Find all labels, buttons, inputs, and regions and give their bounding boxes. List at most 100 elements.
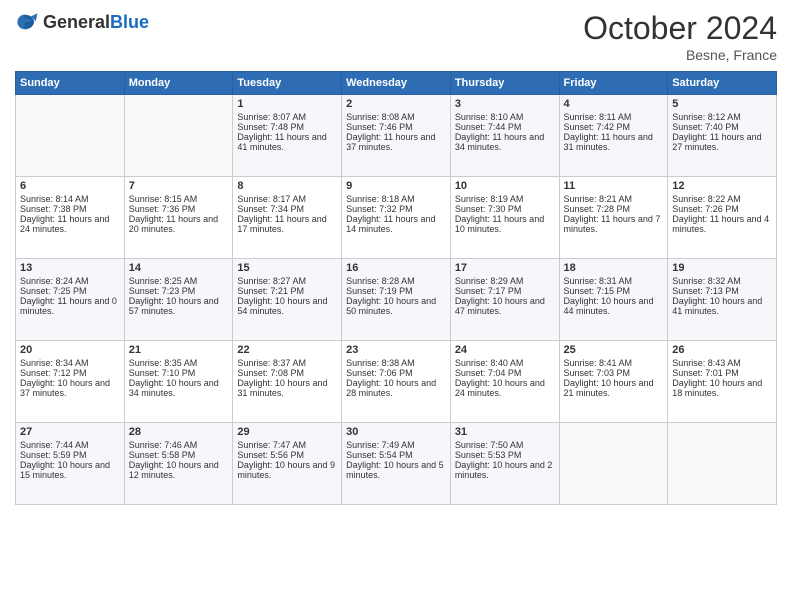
daylight-text: Daylight: 10 hours and 21 minutes. xyxy=(564,378,664,398)
sunset-text: Sunset: 7:08 PM xyxy=(237,368,337,378)
weekday-header: Friday xyxy=(559,72,668,95)
day-number: 5 xyxy=(672,98,772,110)
day-number: 18 xyxy=(564,262,664,274)
sunrise-text: Sunrise: 7:44 AM xyxy=(20,440,120,450)
sunrise-text: Sunrise: 8:32 AM xyxy=(672,276,772,286)
daylight-text: Daylight: 10 hours and 15 minutes. xyxy=(20,460,120,480)
weekday-header: Tuesday xyxy=(233,72,342,95)
daylight-text: Daylight: 10 hours and 50 minutes. xyxy=(346,296,446,316)
calendar-week-row: 13Sunrise: 8:24 AMSunset: 7:25 PMDayligh… xyxy=(16,259,777,341)
daylight-text: Daylight: 11 hours and 7 minutes. xyxy=(564,214,664,234)
calendar-week-row: 20Sunrise: 8:34 AMSunset: 7:12 PMDayligh… xyxy=(16,341,777,423)
sunrise-text: Sunrise: 8:19 AM xyxy=(455,194,555,204)
day-number: 10 xyxy=(455,180,555,192)
sunrise-text: Sunrise: 8:40 AM xyxy=(455,358,555,368)
daylight-text: Daylight: 10 hours and 18 minutes. xyxy=(672,378,772,398)
sunrise-text: Sunrise: 8:34 AM xyxy=(20,358,120,368)
weekday-header: Thursday xyxy=(450,72,559,95)
daylight-text: Daylight: 11 hours and 41 minutes. xyxy=(237,132,337,152)
calendar-cell: 19Sunrise: 8:32 AMSunset: 7:13 PMDayligh… xyxy=(668,259,777,341)
sunset-text: Sunset: 7:38 PM xyxy=(20,204,120,214)
daylight-text: Daylight: 11 hours and 27 minutes. xyxy=(672,132,772,152)
weekday-header: Saturday xyxy=(668,72,777,95)
sunset-text: Sunset: 7:26 PM xyxy=(672,204,772,214)
daylight-text: Daylight: 10 hours and 41 minutes. xyxy=(672,296,772,316)
calendar-cell: 15Sunrise: 8:27 AMSunset: 7:21 PMDayligh… xyxy=(233,259,342,341)
daylight-text: Daylight: 10 hours and 47 minutes. xyxy=(455,296,555,316)
day-number: 22 xyxy=(237,344,337,356)
daylight-text: Daylight: 10 hours and 28 minutes. xyxy=(346,378,446,398)
daylight-text: Daylight: 10 hours and 44 minutes. xyxy=(564,296,664,316)
sunset-text: Sunset: 7:15 PM xyxy=(564,286,664,296)
day-number: 17 xyxy=(455,262,555,274)
sunset-text: Sunset: 7:25 PM xyxy=(20,286,120,296)
sunset-text: Sunset: 7:44 PM xyxy=(455,122,555,132)
sunrise-text: Sunrise: 7:46 AM xyxy=(129,440,229,450)
sunset-text: Sunset: 7:32 PM xyxy=(346,204,446,214)
day-number: 3 xyxy=(455,98,555,110)
day-number: 27 xyxy=(20,426,120,438)
calendar-cell: 5Sunrise: 8:12 AMSunset: 7:40 PMDaylight… xyxy=(668,95,777,177)
sunrise-text: Sunrise: 8:08 AM xyxy=(346,112,446,122)
daylight-text: Daylight: 10 hours and 24 minutes. xyxy=(455,378,555,398)
sunrise-text: Sunrise: 8:41 AM xyxy=(564,358,664,368)
day-number: 11 xyxy=(564,180,664,192)
sunset-text: Sunset: 7:46 PM xyxy=(346,122,446,132)
calendar-cell: 27Sunrise: 7:44 AMSunset: 5:59 PMDayligh… xyxy=(16,423,125,505)
page: GeneralBlue October 2024 Besne, France S… xyxy=(0,0,792,612)
calendar-cell: 13Sunrise: 8:24 AMSunset: 7:25 PMDayligh… xyxy=(16,259,125,341)
daylight-text: Daylight: 10 hours and 12 minutes. xyxy=(129,460,229,480)
sunset-text: Sunset: 7:48 PM xyxy=(237,122,337,132)
calendar-cell: 21Sunrise: 8:35 AMSunset: 7:10 PMDayligh… xyxy=(124,341,233,423)
daylight-text: Daylight: 11 hours and 17 minutes. xyxy=(237,214,337,234)
logo-icon xyxy=(15,10,39,34)
calendar-cell xyxy=(668,423,777,505)
weekday-header: Monday xyxy=(124,72,233,95)
daylight-text: Daylight: 10 hours and 54 minutes. xyxy=(237,296,337,316)
month-title: October 2024 xyxy=(583,10,777,47)
sunrise-text: Sunrise: 8:35 AM xyxy=(129,358,229,368)
title-block: October 2024 Besne, France xyxy=(583,10,777,63)
calendar-cell: 3Sunrise: 8:10 AMSunset: 7:44 PMDaylight… xyxy=(450,95,559,177)
daylight-text: Daylight: 11 hours and 24 minutes. xyxy=(20,214,120,234)
logo-text: GeneralBlue xyxy=(43,12,149,33)
day-number: 30 xyxy=(346,426,446,438)
sunrise-text: Sunrise: 8:21 AM xyxy=(564,194,664,204)
calendar-week-row: 1Sunrise: 8:07 AMSunset: 7:48 PMDaylight… xyxy=(16,95,777,177)
calendar-cell: 12Sunrise: 8:22 AMSunset: 7:26 PMDayligh… xyxy=(668,177,777,259)
sunset-text: Sunset: 7:36 PM xyxy=(129,204,229,214)
sunrise-text: Sunrise: 8:14 AM xyxy=(20,194,120,204)
daylight-text: Daylight: 10 hours and 34 minutes. xyxy=(129,378,229,398)
calendar-cell: 29Sunrise: 7:47 AMSunset: 5:56 PMDayligh… xyxy=(233,423,342,505)
sunrise-text: Sunrise: 8:10 AM xyxy=(455,112,555,122)
sunrise-text: Sunrise: 8:17 AM xyxy=(237,194,337,204)
calendar-cell: 22Sunrise: 8:37 AMSunset: 7:08 PMDayligh… xyxy=(233,341,342,423)
day-number: 20 xyxy=(20,344,120,356)
daylight-text: Daylight: 11 hours and 14 minutes. xyxy=(346,214,446,234)
sunrise-text: Sunrise: 8:12 AM xyxy=(672,112,772,122)
day-number: 28 xyxy=(129,426,229,438)
day-number: 16 xyxy=(346,262,446,274)
day-number: 12 xyxy=(672,180,772,192)
calendar-cell: 31Sunrise: 7:50 AMSunset: 5:53 PMDayligh… xyxy=(450,423,559,505)
sunrise-text: Sunrise: 7:47 AM xyxy=(237,440,337,450)
daylight-text: Daylight: 11 hours and 0 minutes. xyxy=(20,296,120,316)
daylight-text: Daylight: 10 hours and 57 minutes. xyxy=(129,296,229,316)
daylight-text: Daylight: 11 hours and 10 minutes. xyxy=(455,214,555,234)
daylight-text: Daylight: 10 hours and 2 minutes. xyxy=(455,460,555,480)
calendar-week-row: 6Sunrise: 8:14 AMSunset: 7:38 PMDaylight… xyxy=(16,177,777,259)
weekday-header: Sunday xyxy=(16,72,125,95)
calendar-cell: 7Sunrise: 8:15 AMSunset: 7:36 PMDaylight… xyxy=(124,177,233,259)
calendar-cell: 30Sunrise: 7:49 AMSunset: 5:54 PMDayligh… xyxy=(342,423,451,505)
day-number: 24 xyxy=(455,344,555,356)
calendar-cell: 17Sunrise: 8:29 AMSunset: 7:17 PMDayligh… xyxy=(450,259,559,341)
header: GeneralBlue October 2024 Besne, France xyxy=(15,10,777,63)
sunset-text: Sunset: 7:19 PM xyxy=(346,286,446,296)
day-number: 7 xyxy=(129,180,229,192)
calendar-cell: 25Sunrise: 8:41 AMSunset: 7:03 PMDayligh… xyxy=(559,341,668,423)
day-number: 31 xyxy=(455,426,555,438)
sunrise-text: Sunrise: 8:29 AM xyxy=(455,276,555,286)
sunset-text: Sunset: 7:06 PM xyxy=(346,368,446,378)
day-number: 21 xyxy=(129,344,229,356)
sunrise-text: Sunrise: 8:15 AM xyxy=(129,194,229,204)
